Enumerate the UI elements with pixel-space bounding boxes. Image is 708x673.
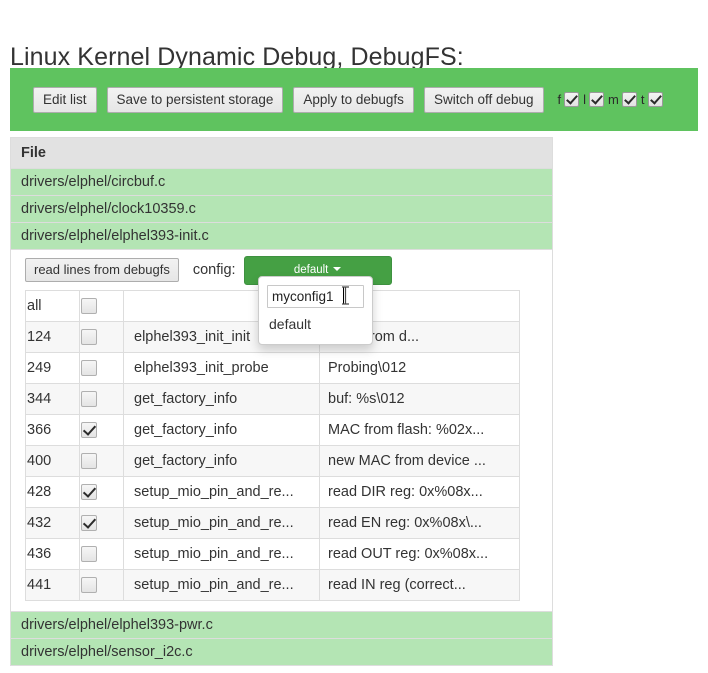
select-all-cell	[79, 290, 124, 322]
description-text: new MAC from device ...	[319, 445, 520, 477]
config-name-input[interactable]	[267, 285, 364, 308]
read-lines-from-debugfs-button[interactable]: read lines from debugfs	[25, 258, 179, 282]
toolbar-flag-group: f l m t	[558, 92, 667, 107]
table-row: 432 setup_mio_pin_and_re... read EN reg:…	[25, 507, 520, 539]
row-checkbox-cell	[79, 476, 124, 508]
toolbar-panel: Edit list Save to persistent storage App…	[10, 68, 698, 131]
line-number: 249	[25, 352, 80, 384]
row-checkbox-cell	[79, 352, 124, 384]
flag-f: f	[558, 92, 580, 107]
description-text: read OUT reg: 0x%08x...	[319, 538, 520, 570]
description-text: buf: %s\012	[319, 383, 520, 415]
row-checkbox[interactable]	[81, 546, 97, 563]
row-checkbox-cell	[79, 445, 124, 477]
line-number: 124	[25, 321, 80, 353]
row-checkbox-cell	[79, 569, 124, 601]
file-row-label[interactable]: drivers/elphel/circbuf.c	[10, 168, 553, 196]
file-row[interactable]: drivers/elphel/elphel393-init.c	[10, 222, 553, 250]
table-row: 344 get_factory_info buf: %s\012	[25, 383, 520, 415]
function-name: get_factory_info	[123, 414, 320, 446]
flag-t-checkbox[interactable]	[647, 92, 663, 107]
flag-f-label: f	[557, 92, 562, 107]
file-row-label[interactable]: drivers/elphel/elphel393-pwr.c	[10, 611, 553, 639]
flag-t-label: t	[640, 92, 645, 107]
row-checkbox[interactable]	[81, 360, 97, 377]
function-name: get_factory_info	[123, 445, 320, 477]
row-checkbox[interactable]	[81, 484, 97, 501]
table-row: 400 get_factory_info new MAC from device…	[25, 445, 520, 477]
row-checkbox-cell	[79, 321, 124, 353]
chevron-down-icon	[333, 267, 342, 272]
config-dropdown-menu: default	[258, 276, 373, 345]
file-column-header: File	[10, 137, 553, 169]
apply-to-debugfs-button[interactable]: Apply to debugfs	[293, 86, 414, 113]
description-text: MAC from flash: %02x...	[319, 414, 520, 446]
flag-t: t	[641, 92, 663, 107]
toolbar-row: Edit list Save to persistent storage App…	[10, 68, 698, 131]
file-table-header-row: File	[10, 137, 553, 169]
row-checkbox[interactable]	[81, 329, 97, 346]
line-number: 366	[25, 414, 80, 446]
edit-list-button[interactable]: Edit list	[33, 86, 97, 113]
description-text: read EN reg: 0x%08x\...	[319, 507, 520, 539]
table-row: 436 setup_mio_pin_and_re... read OUT reg…	[25, 538, 520, 570]
select-all-checkbox[interactable]	[81, 298, 97, 315]
row-checkbox-cell	[79, 414, 124, 446]
row-checkbox[interactable]	[81, 422, 97, 439]
file-row-label[interactable]: drivers/elphel/clock10359.c	[10, 195, 553, 223]
function-name: setup_mio_pin_and_re...	[123, 507, 320, 539]
file-row[interactable]: drivers/elphel/clock10359.c	[10, 195, 553, 223]
line-number: 441	[25, 569, 80, 601]
file-table: File drivers/elphel/circbuf.c drivers/el…	[10, 137, 553, 666]
switch-off-debug-button[interactable]: Switch off debug	[423, 86, 544, 113]
function-name: elphel393_init_probe	[123, 352, 320, 384]
line-number: 428	[25, 476, 80, 508]
config-name-input-wrap	[259, 283, 372, 310]
all-label: all	[25, 290, 80, 322]
config-dropdown-button-label: default	[293, 263, 329, 276]
flag-l-checkbox[interactable]	[589, 92, 605, 107]
file-row[interactable]: drivers/elphel/circbuf.c	[10, 168, 553, 196]
row-checkbox[interactable]	[81, 577, 97, 594]
table-row: 441 setup_mio_pin_and_re... read IN reg …	[25, 569, 520, 601]
flag-l: l	[583, 92, 605, 107]
flag-m-checkbox[interactable]	[621, 92, 637, 107]
line-number: 432	[25, 507, 80, 539]
function-name: get_factory_info	[123, 383, 320, 415]
description-text: read IN reg (correct...	[319, 569, 520, 601]
row-checkbox[interactable]	[81, 391, 97, 408]
description-text: read DIR reg: 0x%08x...	[319, 476, 520, 508]
line-number: 436	[25, 538, 80, 570]
flag-m-label: m	[608, 92, 619, 107]
table-row: 366 get_factory_info MAC from flash: %02…	[25, 414, 520, 446]
line-number: 344	[25, 383, 80, 415]
row-checkbox[interactable]	[81, 515, 97, 532]
table-row: 428 setup_mio_pin_and_re... read DIR reg…	[25, 476, 520, 508]
config-label: config:	[192, 262, 236, 278]
app-page: Linux Kernel Dynamic Debug, DebugFS: Edi…	[0, 0, 708, 673]
flag-f-checkbox[interactable]	[564, 92, 580, 107]
save-to-persistent-storage-button[interactable]: Save to persistent storage	[106, 86, 284, 113]
file-row[interactable]: drivers/elphel/sensor_i2c.c	[10, 638, 553, 666]
line-number: 400	[25, 445, 80, 477]
file-row-label[interactable]: drivers/elphel/sensor_i2c.c	[10, 638, 553, 666]
row-checkbox-cell	[79, 507, 124, 539]
row-checkbox[interactable]	[81, 453, 97, 470]
row-checkbox-cell	[79, 538, 124, 570]
file-row[interactable]: drivers/elphel/elphel393-pwr.c	[10, 611, 553, 639]
row-checkbox-cell	[79, 383, 124, 415]
text-cursor-caret	[343, 287, 344, 304]
flag-l-label: l	[583, 92, 587, 107]
config-dropdown-item-default[interactable]: default	[259, 310, 372, 338]
function-name: setup_mio_pin_and_re...	[123, 476, 320, 508]
table-row: 249 elphel393_init_probe Probing\012	[25, 352, 520, 384]
function-name: setup_mio_pin_and_re...	[123, 569, 320, 601]
file-row-label[interactable]: drivers/elphel/elphel393-init.c	[10, 222, 553, 250]
function-name: setup_mio_pin_and_re...	[123, 538, 320, 570]
flag-m: m	[608, 92, 637, 107]
description-text: Probing\012	[319, 352, 520, 384]
